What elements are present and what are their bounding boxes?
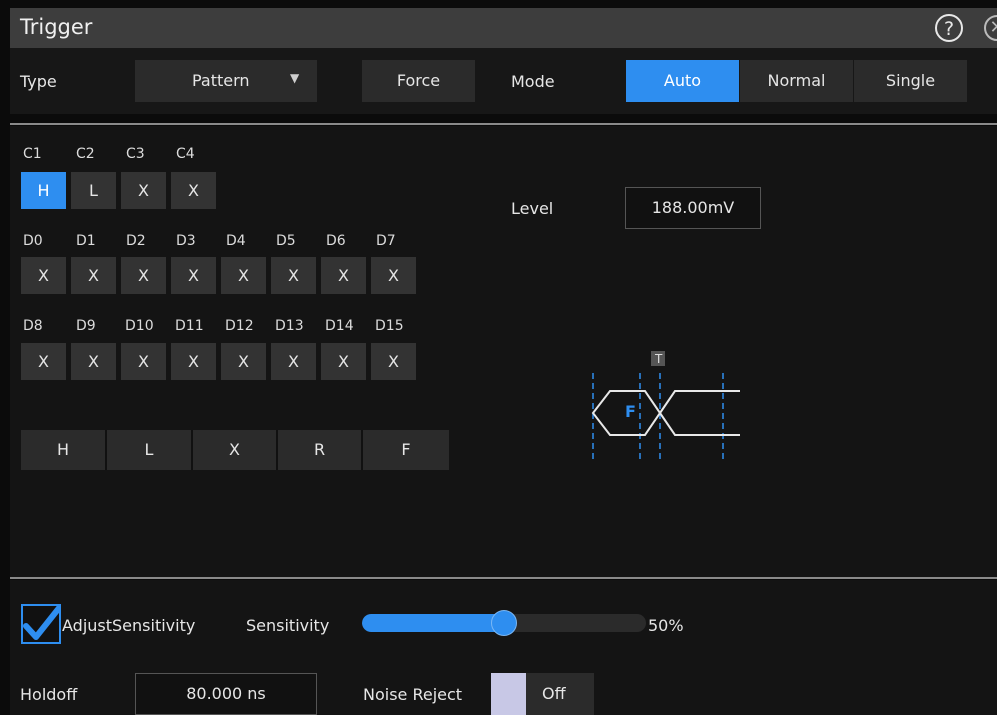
c3-label: C3 xyxy=(126,146,145,162)
d9-state-button[interactable]: X xyxy=(71,343,116,380)
noise-reject-state: Off xyxy=(542,684,566,703)
mode-auto-button[interactable]: Auto xyxy=(626,60,739,102)
d0-label: D0 xyxy=(23,233,43,249)
adjust-sensitivity-label: AdjustSensitivity xyxy=(62,616,196,635)
c2-state-button[interactable]: L xyxy=(71,172,116,209)
d12-label: D12 xyxy=(225,318,254,334)
d10-state-button[interactable]: X xyxy=(121,343,166,380)
title-bar: Trigger ? ✕ xyxy=(10,8,997,48)
d3-state-button[interactable]: X xyxy=(171,257,216,294)
pattern-x-button[interactable]: X xyxy=(193,430,278,470)
d15-label: D15 xyxy=(375,318,404,334)
mode-normal-button[interactable]: Normal xyxy=(740,60,853,102)
d9-label: D9 xyxy=(76,318,96,334)
d15-state-button[interactable]: X xyxy=(371,343,416,380)
c3-state-button[interactable]: X xyxy=(121,172,166,209)
holdoff-label: Holdoff xyxy=(20,685,78,704)
sensitivity-value: 50% xyxy=(648,616,684,635)
d0-state-button[interactable]: X xyxy=(21,257,66,294)
d5-state-button[interactable]: X xyxy=(271,257,316,294)
d2-label: D2 xyxy=(126,233,146,249)
level-label: Level xyxy=(511,199,554,218)
c2-label: C2 xyxy=(76,146,95,162)
d8-label: D8 xyxy=(23,318,43,334)
d1-label: D1 xyxy=(76,233,96,249)
type-value: Pattern xyxy=(192,71,250,90)
sensitivity-slider-handle[interactable] xyxy=(491,610,517,636)
trigger-marker-label: T xyxy=(655,352,663,366)
d13-state-button[interactable]: X xyxy=(271,343,316,380)
d14-state-button[interactable]: X xyxy=(321,343,366,380)
d8-state-button[interactable]: X xyxy=(21,343,66,380)
d12-state-button[interactable]: X xyxy=(221,343,266,380)
divider-top xyxy=(10,123,997,125)
d11-state-button[interactable]: X xyxy=(171,343,216,380)
d13-label: D13 xyxy=(275,318,304,334)
type-select[interactable]: Pattern ▼ xyxy=(135,60,317,102)
d4-label: D4 xyxy=(226,233,246,249)
mode-label: Mode xyxy=(511,72,555,91)
pattern-r-button[interactable]: R xyxy=(278,430,363,470)
chevron-down-icon: ▼ xyxy=(290,71,300,85)
close-icon[interactable]: ✕ xyxy=(984,15,997,41)
pattern-h-button[interactable]: H xyxy=(21,430,107,470)
d4-state-button[interactable]: X xyxy=(221,257,266,294)
adjust-sensitivity-checkbox[interactable] xyxy=(21,604,62,644)
force-button[interactable]: Force xyxy=(362,60,475,102)
holdoff-input[interactable]: 80.000 ns xyxy=(135,673,317,715)
d2-state-button[interactable]: X xyxy=(121,257,166,294)
noise-reject-label: Noise Reject xyxy=(363,685,463,704)
divider-bottom xyxy=(10,577,997,579)
d5-label: D5 xyxy=(276,233,296,249)
d10-label: D10 xyxy=(125,318,154,334)
sensitivity-label: Sensitivity xyxy=(246,616,330,635)
c4-label: C4 xyxy=(176,146,195,162)
mode-single-button[interactable]: Single xyxy=(854,60,967,102)
c4-state-button[interactable]: X xyxy=(171,172,216,209)
toggle-knob xyxy=(491,673,526,715)
pattern-l-button[interactable]: L xyxy=(107,430,193,470)
d1-state-button[interactable]: X xyxy=(71,257,116,294)
trigger-dialog: Trigger ? ✕ Type Pattern ▼ Force Mode Au… xyxy=(0,0,997,715)
pattern-diagram xyxy=(591,351,740,463)
c1-state-button[interactable]: H xyxy=(21,172,66,209)
d7-label: D7 xyxy=(376,233,396,249)
d3-label: D3 xyxy=(176,233,196,249)
sensitivity-slider-fill xyxy=(362,614,504,632)
checkmark-icon xyxy=(23,605,62,640)
d11-label: D11 xyxy=(175,318,204,334)
level-input[interactable]: 188.00mV xyxy=(625,187,761,229)
c1-label: C1 xyxy=(23,146,42,162)
edge-label: F xyxy=(625,402,636,421)
noise-reject-toggle[interactable]: Off xyxy=(491,673,594,715)
type-label: Type xyxy=(20,72,57,91)
pattern-f-button[interactable]: F xyxy=(363,430,449,470)
help-icon[interactable]: ? xyxy=(935,14,963,42)
d6-state-button[interactable]: X xyxy=(321,257,366,294)
dialog-title: Trigger xyxy=(20,15,93,39)
d14-label: D14 xyxy=(325,318,354,334)
d6-label: D6 xyxy=(326,233,346,249)
d7-state-button[interactable]: X xyxy=(371,257,416,294)
